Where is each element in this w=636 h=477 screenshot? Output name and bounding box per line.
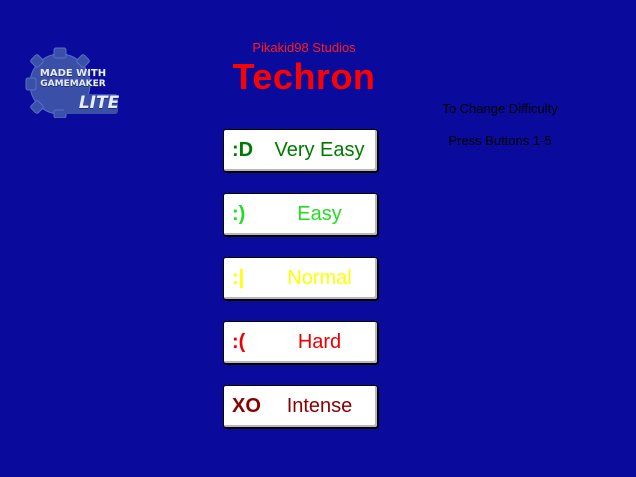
intense-button[interactable]: XO Intense	[223, 385, 378, 428]
normal-face: :|	[232, 267, 245, 289]
logo-line-3: LITE	[78, 93, 120, 113]
help-text-line-1: To Change Difficulty	[442, 101, 558, 116]
very-easy-face: :D	[232, 139, 254, 161]
logo-line-2: GAMEMAKER	[40, 79, 106, 89]
normal-label: Normal	[287, 267, 352, 289]
easy-face: :)	[232, 203, 246, 225]
easy-label: Easy	[297, 203, 342, 225]
hard-label: Hard	[297, 331, 342, 353]
hard-face: :(	[232, 331, 246, 353]
gamemaker-lite-logo: MADE WITH GAMEMAKER LITE	[24, 44, 122, 118]
intense-face: XO	[232, 395, 261, 417]
very-easy-button[interactable]: :D Very Easy	[223, 129, 378, 172]
very-easy-label: Very Easy	[274, 139, 365, 161]
intense-label: Intense	[286, 395, 353, 417]
hard-button[interactable]: :( Hard	[223, 321, 378, 364]
game-title: Techron	[232, 56, 376, 97]
studio-name: Pikakid98 Studios	[252, 40, 356, 55]
normal-button[interactable]: :| Normal	[223, 257, 378, 300]
logo-line-1: MADE WITH	[39, 68, 107, 79]
easy-button[interactable]: :) Easy	[223, 193, 378, 236]
help-text-line-2: Press Buttons 1-5	[448, 133, 552, 148]
